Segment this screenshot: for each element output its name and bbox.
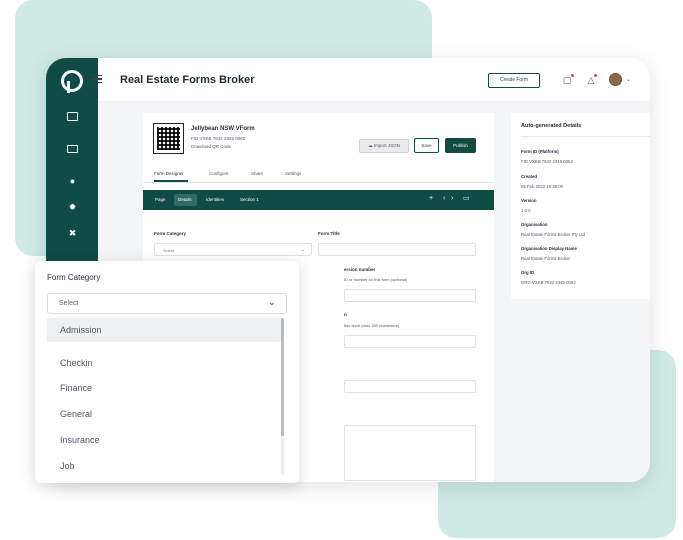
toolbar-section-1[interactable]: Section 1 [240,197,259,202]
app-title: Real Estate Forms Broker [120,74,255,86]
tab-settings[interactable]: Settings [285,171,301,176]
form-title-label: Form Title [318,231,340,236]
form-category-label: Form Category [154,231,187,236]
extra-input[interactable] [344,380,476,393]
logo-icon [61,70,83,93]
dropdown-label: Form Category [47,273,101,282]
sidebar-user-icon[interactable]: ● [67,177,78,186]
category-dropdown: Form Category Select ⌄ Admission Checkin… [35,261,299,483]
detail-value: FID VXKB 7632 2345 0062 [521,159,573,164]
detail-label: Created [521,174,538,179]
detail-value: Real Estate Forms Broker [521,256,571,261]
next-icon[interactable]: › [451,195,453,202]
version-input[interactable] [344,289,476,302]
form-category-placeholder: Select [163,248,175,253]
detail-label: Version [521,198,537,203]
details-divider [521,136,650,137]
notification-dot [571,74,574,77]
detail-value: 05 Feb 2022 15:35:00 [521,184,564,189]
option-admission[interactable]: Admission [47,318,281,342]
form-name: Jellybean NSW VForm [191,126,255,132]
designer-toolbar: Page Details Identities Section 1 + ‹ › … [143,190,494,210]
sidebar-settings-icon[interactable]: ✹ [67,203,78,212]
details-title: Auto-generated Details [521,123,582,129]
text-area[interactable] [344,425,476,481]
add-icon[interactable]: + [429,195,433,202]
tab-form-designer[interactable]: Form Designer [154,171,184,176]
prev-icon[interactable]: ‹ [443,195,445,202]
form-fid: FID VXKB 7632 2345 0062 [191,136,246,141]
publish-button[interactable]: Publish [445,138,476,153]
sidebar-forms-icon[interactable] [67,112,78,121]
version-help: ID or number for this form (optional) [344,277,408,282]
sidebar-tools-icon[interactable]: ✖ [67,229,78,238]
create-form-button[interactable]: Create Form [488,73,540,88]
form-category-select[interactable]: Select ⌄ [154,243,312,256]
option-job[interactable]: Job [47,454,281,478]
detail-label: Organisation Display Name [521,246,577,251]
description-label: n [344,312,347,317]
detail-label: Form ID (Platform) [521,149,559,154]
chevron-down-icon: ⌄ [267,297,276,308]
details-panel: Auto-generated Details Form ID (Platform… [511,113,650,299]
option-finance[interactable]: Finance [47,376,281,400]
tab-configure[interactable]: Configure [209,171,229,176]
description-input[interactable] [344,335,476,348]
dropdown-options: Admission Checkin Finance General Insura… [47,318,287,483]
dropdown-select[interactable]: Select ⌄ [47,293,287,314]
tab-share[interactable]: Share [251,171,263,176]
download-qr-link[interactable]: Download QR Code [191,144,231,149]
option-checkin[interactable]: Checkin [47,351,281,375]
qr-code [153,123,184,154]
tab-divider [143,182,494,183]
import-json-button[interactable]: ☁ Import JSON [359,139,409,153]
dropdown-placeholder: Select [59,300,79,307]
option-insurance[interactable]: Insurance [47,428,281,452]
detail-value: ORG VXKB 7632 2345 0062 [521,280,576,285]
detail-label: Organisation [521,222,548,227]
toolbar-details[interactable]: Details [178,197,192,202]
description-help: this short (max 300 characters) [344,323,400,328]
dropdown-scrollbar-thumb[interactable] [281,318,284,436]
version-label: ersion number [344,267,376,272]
chevron-down-icon[interactable]: ⌄ [626,76,631,83]
avatar[interactable] [609,73,622,86]
detail-label: Org ID [521,270,535,275]
form-title-input[interactable] [318,243,476,256]
sidebar-list-icon[interactable] [67,145,78,153]
detail-value: 1.0.0 [521,208,531,213]
detail-value: Real Estate Forms Broker Pty Ltd [521,232,585,237]
menu-icon[interactable] [92,75,102,83]
bell-dot [594,74,597,77]
toolbar-identities[interactable]: Identities [206,197,224,202]
option-general[interactable]: General [47,402,281,426]
preview-icon[interactable]: ▭ [463,194,470,202]
chevron-down-icon: ⌄ [300,247,305,253]
toolbar-page[interactable]: Page [155,197,166,202]
save-button[interactable]: Save [414,138,439,153]
